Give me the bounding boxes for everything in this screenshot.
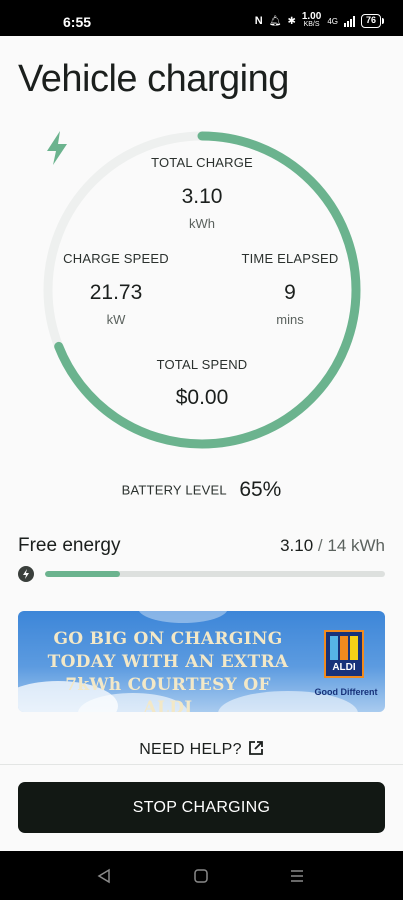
charge-speed-value: 21.73 [89,281,143,304]
aldi-logo-text: ALDI [332,662,356,673]
cloud-decoration [138,611,228,623]
total-spend-label: TOTAL SPEND [156,357,248,372]
need-help-label: NEED HELP? [139,741,242,758]
aldi-logo: ALDI [324,630,364,678]
banner-line: 7kWh COURTESY OF ALDI [65,675,271,712]
free-energy-progress-fill [45,571,121,577]
free-energy-used: 3.10 [280,536,314,555]
banner-line: GO BIG ON CHARGING [53,629,283,649]
system-nav-bar [0,851,403,900]
free-energy-label: Free energy [18,535,121,556]
free-energy-total: 14 kWh [327,536,385,555]
mute-icon: 🔔︎ [268,15,282,27]
status-bar: 6:55 N 🔔︎ ✱ 1.00 KB/S 4G 76 [0,0,403,36]
charge-speed-unit: kW [106,312,126,327]
need-help-link[interactable]: NEED HELP? [0,740,403,759]
net-speed-unit: KB/S [303,21,320,28]
total-charge-value: 3.10 [181,185,223,208]
total-spend-value: $0.00 [175,386,229,409]
aldi-promo-banner[interactable]: GO BIG ON CHARGING TODAY WITH AN EXTRA 7… [18,611,385,712]
menu-icon[interactable] [288,867,306,885]
page-title: Vehicle charging [18,58,289,100]
lightning-bolt-icon [47,131,67,165]
banner-headline: GO BIG ON CHARGING TODAY WITH AN EXTRA 7… [38,628,298,712]
back-icon[interactable] [95,867,113,885]
free-energy-value: 3.10 / 14 kWh [280,536,385,556]
time-elapsed-value: 9 [284,281,296,304]
aldi-tagline: Good Different [314,687,378,697]
charge-speed-label: CHARGE SPEED [63,251,169,266]
battery-level: BATTERY LEVEL 65% [0,478,403,502]
charge-bolt-icon [18,566,34,582]
external-link-icon [248,741,263,755]
divider [0,764,403,765]
charge-gauge: TOTAL CHARGE 3.10 kWh CHARGE SPEED 21.73… [42,130,362,450]
battery-level-value: 65% [239,478,282,501]
free-energy-separator: / [317,536,323,555]
stop-charging-button[interactable]: STOP CHARGING [18,782,385,833]
free-energy-progress [45,571,385,577]
total-charge-unit: kWh [189,216,215,231]
status-icons: N 🔔︎ ✱ 1.00 KB/S 4G 76 [254,11,385,29]
net-speed-value: 1.00 [301,11,322,22]
net-speed: 1.00 KB/S [301,11,322,29]
network-type: 4G [327,16,338,26]
nfc-icon: N [254,15,263,27]
time-elapsed-unit: mins [276,312,304,327]
time-elapsed-label: TIME ELAPSED [241,251,339,266]
signal-icon [343,15,355,27]
home-icon[interactable] [192,867,210,885]
banner-line: TODAY WITH AN EXTRA [47,652,289,672]
battery-icon: 76 [360,14,385,28]
battery-level-label: BATTERY LEVEL [121,482,227,498]
total-charge-label: TOTAL CHARGE [151,155,253,170]
status-time: 6:55 [63,14,92,30]
bluetooth-icon: ✱ [287,15,296,27]
